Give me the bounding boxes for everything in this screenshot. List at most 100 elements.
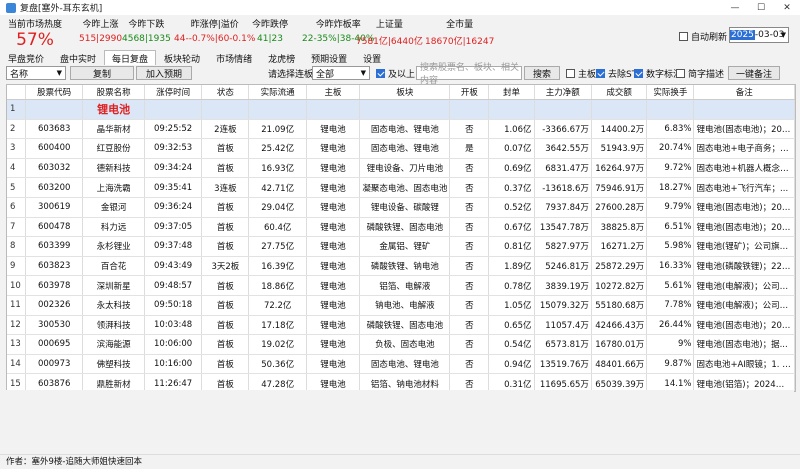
row-number: 8 bbox=[7, 236, 26, 257]
column-header[interactable]: 股票代码 bbox=[25, 85, 84, 100]
table-cell: 18.27% bbox=[646, 177, 695, 198]
date-picker[interactable]: 2025 -03-03 ▼ bbox=[729, 27, 789, 43]
chevron-down-icon[interactable]: ▼ bbox=[781, 31, 786, 39]
table-cell: 领湃科技 bbox=[82, 315, 145, 336]
table-cell: 锂电池(电解液)；公司是... bbox=[693, 275, 795, 296]
table-cell: 6573.81万 bbox=[534, 334, 592, 355]
table-cell: 否 bbox=[449, 119, 490, 140]
table-cell: 13547.78万 bbox=[534, 217, 592, 238]
stat-down: 今昨下跌 4568|1935 bbox=[122, 17, 171, 44]
column-header[interactable]: 板块 bbox=[359, 85, 451, 100]
table-row[interactable]: 2 603683 晶华新材 09:25:52 2连板 21.09亿 锂电池 固态电池、锂电池否… bbox=[7, 119, 795, 140]
table-cell: 固态电池+机器人概念；... bbox=[693, 158, 795, 179]
stat-sh-value: 7581亿|6440亿 bbox=[356, 37, 423, 47]
stat-down-value: 4568|1935 bbox=[122, 34, 171, 44]
table-cell: 16780.01万 bbox=[591, 334, 648, 355]
digit-mark-toggle[interactable]: 数字标注 bbox=[634, 66, 682, 80]
column-header[interactable]: 主板 bbox=[306, 85, 361, 100]
table-cell: 锂电设备、碳酸锂 bbox=[359, 197, 451, 218]
table-row[interactable]: 8 603399 永杉锂业 09:37:48 首板 27.75亿 锂电池 金属铝、锂矿否 0.8… bbox=[7, 236, 795, 257]
row-number: 3 bbox=[7, 138, 26, 159]
table-cell: 锂电池 bbox=[306, 158, 361, 179]
table-cell: 固态电池、锂电池 bbox=[359, 138, 451, 159]
chevron-down-icon: ▼ bbox=[360, 69, 366, 77]
one-key-note-button[interactable]: 一键备注 bbox=[728, 66, 780, 80]
table-row[interactable]: 13 000695 滨海能源 10:06:00 首板 19.02亿 锂电池 负极、固态电池否 0… bbox=[7, 334, 795, 355]
table-row[interactable]: 5 603200 上海洗霸 09:35:41 3连板 42.71亿 锂电池 凝聚态电池、固态电… bbox=[7, 177, 795, 198]
table-cell: 9.79% bbox=[646, 197, 695, 218]
table-cell: 7.78% bbox=[646, 295, 695, 316]
column-header[interactable]: 成交额 bbox=[591, 85, 648, 100]
table-row[interactable]: 9 603823 百合花 09:43:49 3天2板 16.39亿 锂电池 磷酸铁锂、钠电池否… bbox=[7, 256, 795, 277]
main-board-toggle[interactable]: 主板 bbox=[566, 66, 596, 80]
table-cell: 锂电池 bbox=[306, 334, 361, 355]
column-header[interactable]: 股票名称 bbox=[82, 85, 145, 100]
tab-early-auction[interactable]: 早盘竞价 bbox=[0, 50, 52, 66]
table-row[interactable]: 3 600400 红豆股份 09:32:53 首板 25.42亿 锂电池 固态电池、锂电池是 0… bbox=[7, 138, 795, 159]
column-header[interactable]: 主力净额 bbox=[534, 85, 592, 100]
table-cell: 锂电池 bbox=[306, 256, 361, 277]
board-select[interactable]: 全部 ▼ bbox=[312, 66, 370, 80]
table-cell bbox=[591, 99, 648, 120]
tab-expect-settings[interactable]: 预期设置 bbox=[303, 50, 355, 66]
table-cell: 42466.43万 bbox=[591, 315, 648, 336]
column-header[interactable]: 涨停时间 bbox=[144, 85, 203, 100]
title-bar: 复盘[塞外-耳东玄机] — ☐ ✕ bbox=[0, 0, 800, 16]
exclude-st-checkbox[interactable] bbox=[596, 68, 605, 78]
table-cell: 1.89亿 bbox=[488, 256, 535, 277]
digit-mark-checkbox[interactable] bbox=[634, 68, 643, 78]
search-input[interactable]: 搜索股票名、板块、相关内容 bbox=[416, 63, 522, 86]
column-header[interactable]: 实际流通 bbox=[248, 85, 307, 100]
table-cell: 10272.82万 bbox=[591, 275, 648, 296]
table-row[interactable]: 6 300619 金银河 09:36:24 首板 29.04亿 锂电池 锂电设备、碳酸锂否 0.… bbox=[7, 197, 795, 218]
column-header[interactable]: 开板 bbox=[449, 85, 490, 100]
stat-all-label: 全市量 bbox=[446, 20, 474, 30]
table-cell: 滨海能源 bbox=[82, 334, 145, 355]
table-cell: 首板 bbox=[201, 295, 250, 316]
name-combo[interactable]: 名称 ▼ bbox=[6, 66, 66, 80]
column-header[interactable]: 备注 bbox=[693, 85, 795, 100]
brief-desc-checkbox[interactable] bbox=[676, 68, 685, 78]
board-select-label: 请选择连板: bbox=[268, 69, 317, 80]
tab-sector-rotation[interactable]: 板块轮动 bbox=[156, 50, 208, 66]
and-above-checkbox[interactable] bbox=[376, 68, 385, 78]
auto-refresh-checkbox[interactable] bbox=[679, 32, 688, 41]
table-row[interactable]: 11 002326 永太科技 09:50:18 首板 72.2亿 锂电池 钠电池、电解液否 1.… bbox=[7, 295, 795, 316]
column-header[interactable]: 实际换手 bbox=[646, 85, 695, 100]
tab-market-sentiment[interactable]: 市场情绪 bbox=[208, 50, 260, 66]
table-cell: 0.54亿 bbox=[488, 334, 535, 355]
tab-daily-review[interactable]: 每日复盘 bbox=[104, 50, 157, 65]
search-button[interactable]: 搜索 bbox=[524, 66, 560, 80]
auto-refresh-toggle[interactable]: 自动刷新 bbox=[679, 30, 727, 43]
table-cell: 002326 bbox=[25, 295, 84, 316]
table-cell: 300619 bbox=[25, 197, 84, 218]
table-row[interactable]: 4 603032 德新科技 09:34:24 首板 16.93亿 锂电池 锂电设备、刀片电池否… bbox=[7, 158, 795, 179]
row-number-header bbox=[7, 85, 26, 100]
add-expect-button[interactable]: 加入预期 bbox=[136, 66, 192, 80]
table-cell: -3366.67万 bbox=[534, 119, 592, 140]
table-row[interactable]: 7 600478 科力远 09:37:05 首板 60.4亿 锂电池 磷酸铁锂、固态电池否 0.… bbox=[7, 217, 795, 238]
tab-dragon-tiger[interactable]: 龙虎榜 bbox=[260, 50, 303, 66]
close-button[interactable]: ✕ bbox=[774, 0, 800, 15]
table-cell: 09:34:24 bbox=[144, 158, 203, 179]
main-board-checkbox[interactable] bbox=[566, 68, 575, 78]
column-header[interactable]: 状态 bbox=[201, 85, 250, 100]
table-cell: 锂电池(锂矿)；公司旗下... bbox=[693, 236, 795, 257]
table-cell: 48401.66万 bbox=[591, 354, 648, 375]
tab-intraday[interactable]: 盘中实时 bbox=[52, 50, 104, 66]
maximize-button[interactable]: ☐ bbox=[748, 0, 774, 15]
copy-button[interactable]: 复制 bbox=[70, 66, 134, 80]
tab-settings[interactable]: 设置 bbox=[355, 50, 389, 66]
brief-desc-toggle[interactable]: 简字描述 bbox=[676, 66, 724, 80]
section-title-row[interactable]: 1 锂电池 bbox=[7, 99, 795, 120]
table-row[interactable]: 10 603978 深圳新星 09:48:57 首板 18.86亿 锂电池 铝箔、电解液否 0.… bbox=[7, 275, 795, 296]
table-cell: 000973 bbox=[25, 354, 84, 375]
table-cell: 10:03:48 bbox=[144, 315, 203, 336]
table-row[interactable]: 14 000973 佛塑科技 10:16:00 首板 50.36亿 锂电池 固态电池、锂电池否… bbox=[7, 354, 795, 375]
row-number: 6 bbox=[7, 197, 26, 218]
column-header[interactable]: 封单 bbox=[488, 85, 535, 100]
and-above-toggle[interactable]: 及以上 bbox=[376, 66, 415, 80]
minimize-button[interactable]: — bbox=[722, 0, 748, 15]
table-row[interactable]: 12 300530 领湃科技 10:03:48 首板 17.18亿 锂电池 磷酸铁锂、固态电池… bbox=[7, 315, 795, 336]
exclude-st-toggle[interactable]: 去除ST bbox=[596, 66, 637, 80]
